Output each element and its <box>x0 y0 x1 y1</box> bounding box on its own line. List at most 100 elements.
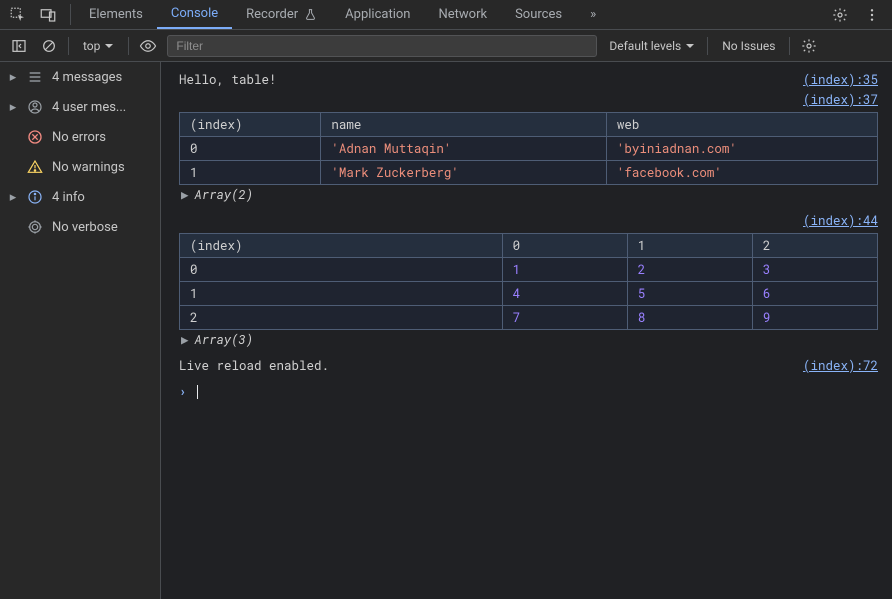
device-toolbar-icon[interactable] <box>36 3 60 27</box>
table-cell: 5 <box>627 282 752 306</box>
settings-gear-icon[interactable] <box>828 3 852 27</box>
console-table-1: (index)nameweb0'Adnan Muttaqin''byiniadn… <box>179 112 878 185</box>
issues-link[interactable]: No Issues <box>716 39 781 53</box>
array-expander[interactable]: ▶ Array(2) <box>181 187 878 203</box>
prompt-caret-icon: › <box>179 384 187 400</box>
table-cell: 6 <box>752 282 877 306</box>
source-link[interactable]: (index):37 <box>803 92 878 108</box>
table-cell: 1 <box>180 282 503 306</box>
tab-recorder[interactable]: Recorder <box>232 0 331 29</box>
tab-console[interactable]: Console <box>157 0 232 29</box>
table-cell: 7 <box>502 306 627 330</box>
tab-elements[interactable]: Elements <box>75 0 157 29</box>
expander-label: Array(3) <box>195 332 254 348</box>
table-cell: 8 <box>627 306 752 330</box>
table-cell: 2 <box>180 306 503 330</box>
triangle-right-icon: ▶ <box>181 187 189 203</box>
tab-network[interactable]: Network <box>424 0 501 29</box>
main-area: ▸ 4 messages ▸4 user mes... No errors No war… <box>0 62 892 599</box>
err-icon <box>26 128 44 146</box>
user-icon <box>26 98 44 116</box>
table-header[interactable]: 1 <box>627 234 752 258</box>
table-row: 0123 <box>180 258 878 282</box>
separator <box>70 4 71 25</box>
table-row: 2789 <box>180 306 878 330</box>
console-output[interactable]: Hello, table! (index):35 (index):37 (ind… <box>161 62 892 599</box>
source-link[interactable]: (index):44 <box>803 213 878 229</box>
table-header[interactable]: (index) <box>180 113 321 137</box>
table-row: 1456 <box>180 282 878 306</box>
triangle-right-icon: ▸ <box>8 100 18 115</box>
sidebar-item-warn[interactable]: No warnings <box>0 152 160 182</box>
warn-icon <box>26 158 44 176</box>
source-link[interactable]: (index):35 <box>803 72 878 88</box>
triangle-right-icon: ▶ <box>181 332 189 348</box>
tabs: ElementsConsoleRecorderApplicationNetwor… <box>75 0 576 29</box>
table-cell: 0 <box>180 137 321 161</box>
console-toolbar: top Default levels No Issues <box>0 30 892 62</box>
console-table-2: (index)012012314562789 <box>179 233 878 330</box>
table-header[interactable]: web <box>606 113 877 137</box>
context-label: top <box>83 39 100 53</box>
log-row: Hello, table! (index):35 <box>179 72 878 88</box>
table-cell: 'Mark Zuckerberg' <box>321 161 607 185</box>
info-icon <box>26 188 44 206</box>
table-header[interactable]: (index) <box>180 234 503 258</box>
log-text: Live reload enabled. <box>179 358 329 374</box>
sidebar-item-label: No verbose <box>52 220 118 235</box>
text-cursor <box>197 385 198 399</box>
separator <box>707 37 708 55</box>
separator <box>789 37 790 55</box>
sidebar-item-info[interactable]: ▸4 info <box>0 182 160 212</box>
inspect-element-icon[interactable] <box>6 3 30 27</box>
table-cell: 9 <box>752 306 877 330</box>
verbose-icon <box>26 218 44 236</box>
kebab-menu-icon[interactable] <box>860 3 884 27</box>
table-cell: 'facebook.com' <box>606 161 877 185</box>
console-settings-gear-icon[interactable] <box>798 35 820 57</box>
log-levels-select[interactable]: Default levels <box>605 37 699 55</box>
tabbar-left-icons <box>0 0 66 29</box>
array-expander[interactable]: ▶ Array(3) <box>181 332 878 348</box>
separator <box>128 37 129 55</box>
sidebar-item-user[interactable]: ▸4 user mes... <box>0 92 160 122</box>
sidebar-item-label: No errors <box>52 130 106 145</box>
msg-icon <box>26 68 44 86</box>
more-tabs-button[interactable]: » <box>576 0 610 29</box>
tab-application[interactable]: Application <box>331 0 424 29</box>
triangle-right-icon: ▸ <box>8 70 18 85</box>
table-row: 1'Mark Zuckerberg''facebook.com' <box>180 161 878 185</box>
table-cell: 'byiniadnan.com' <box>606 137 877 161</box>
table-cell: 1 <box>180 161 321 185</box>
tab-sources[interactable]: Sources <box>501 0 576 29</box>
sidebar-item-label: 4 messages <box>52 70 122 85</box>
table-header[interactable]: 2 <box>752 234 877 258</box>
table-cell: 1 <box>502 258 627 282</box>
table-row: 0'Adnan Muttaqin''byiniadnan.com' <box>180 137 878 161</box>
table-header[interactable]: name <box>321 113 607 137</box>
sidebar-item-err[interactable]: No errors <box>0 122 160 152</box>
sidebar-item-label: No warnings <box>52 160 125 175</box>
table-cell: 'Adnan Muttaqin' <box>321 137 607 161</box>
chevron-down-icon <box>685 41 695 51</box>
execution-context-select[interactable]: top <box>77 37 120 55</box>
sidebar-item-msg[interactable]: ▸ 4 messages <box>0 62 160 92</box>
clear-console-icon[interactable] <box>38 35 60 57</box>
console-sidebar: ▸ 4 messages ▸4 user mes... No errors No war… <box>0 62 161 599</box>
expander-label: Array(2) <box>195 187 254 203</box>
console-prompt[interactable]: › <box>179 384 878 400</box>
source-link[interactable]: (index):72 <box>803 358 878 374</box>
table-cell: 2 <box>627 258 752 282</box>
table-cell: 3 <box>752 258 877 282</box>
filter-input[interactable] <box>167 35 597 57</box>
sidebar-item-verbose[interactable]: No verbose <box>0 212 160 242</box>
tabbar-right <box>803 0 892 29</box>
table-header[interactable]: 0 <box>502 234 627 258</box>
toggle-sidebar-icon[interactable] <box>8 35 30 57</box>
chevron-down-icon <box>104 41 114 51</box>
table-cell: 0 <box>180 258 503 282</box>
devtools-tabbar: ElementsConsoleRecorderApplicationNetwor… <box>0 0 892 30</box>
log-text: Hello, table! <box>179 72 277 88</box>
live-expression-eye-icon[interactable] <box>137 35 159 57</box>
separator <box>68 37 69 55</box>
